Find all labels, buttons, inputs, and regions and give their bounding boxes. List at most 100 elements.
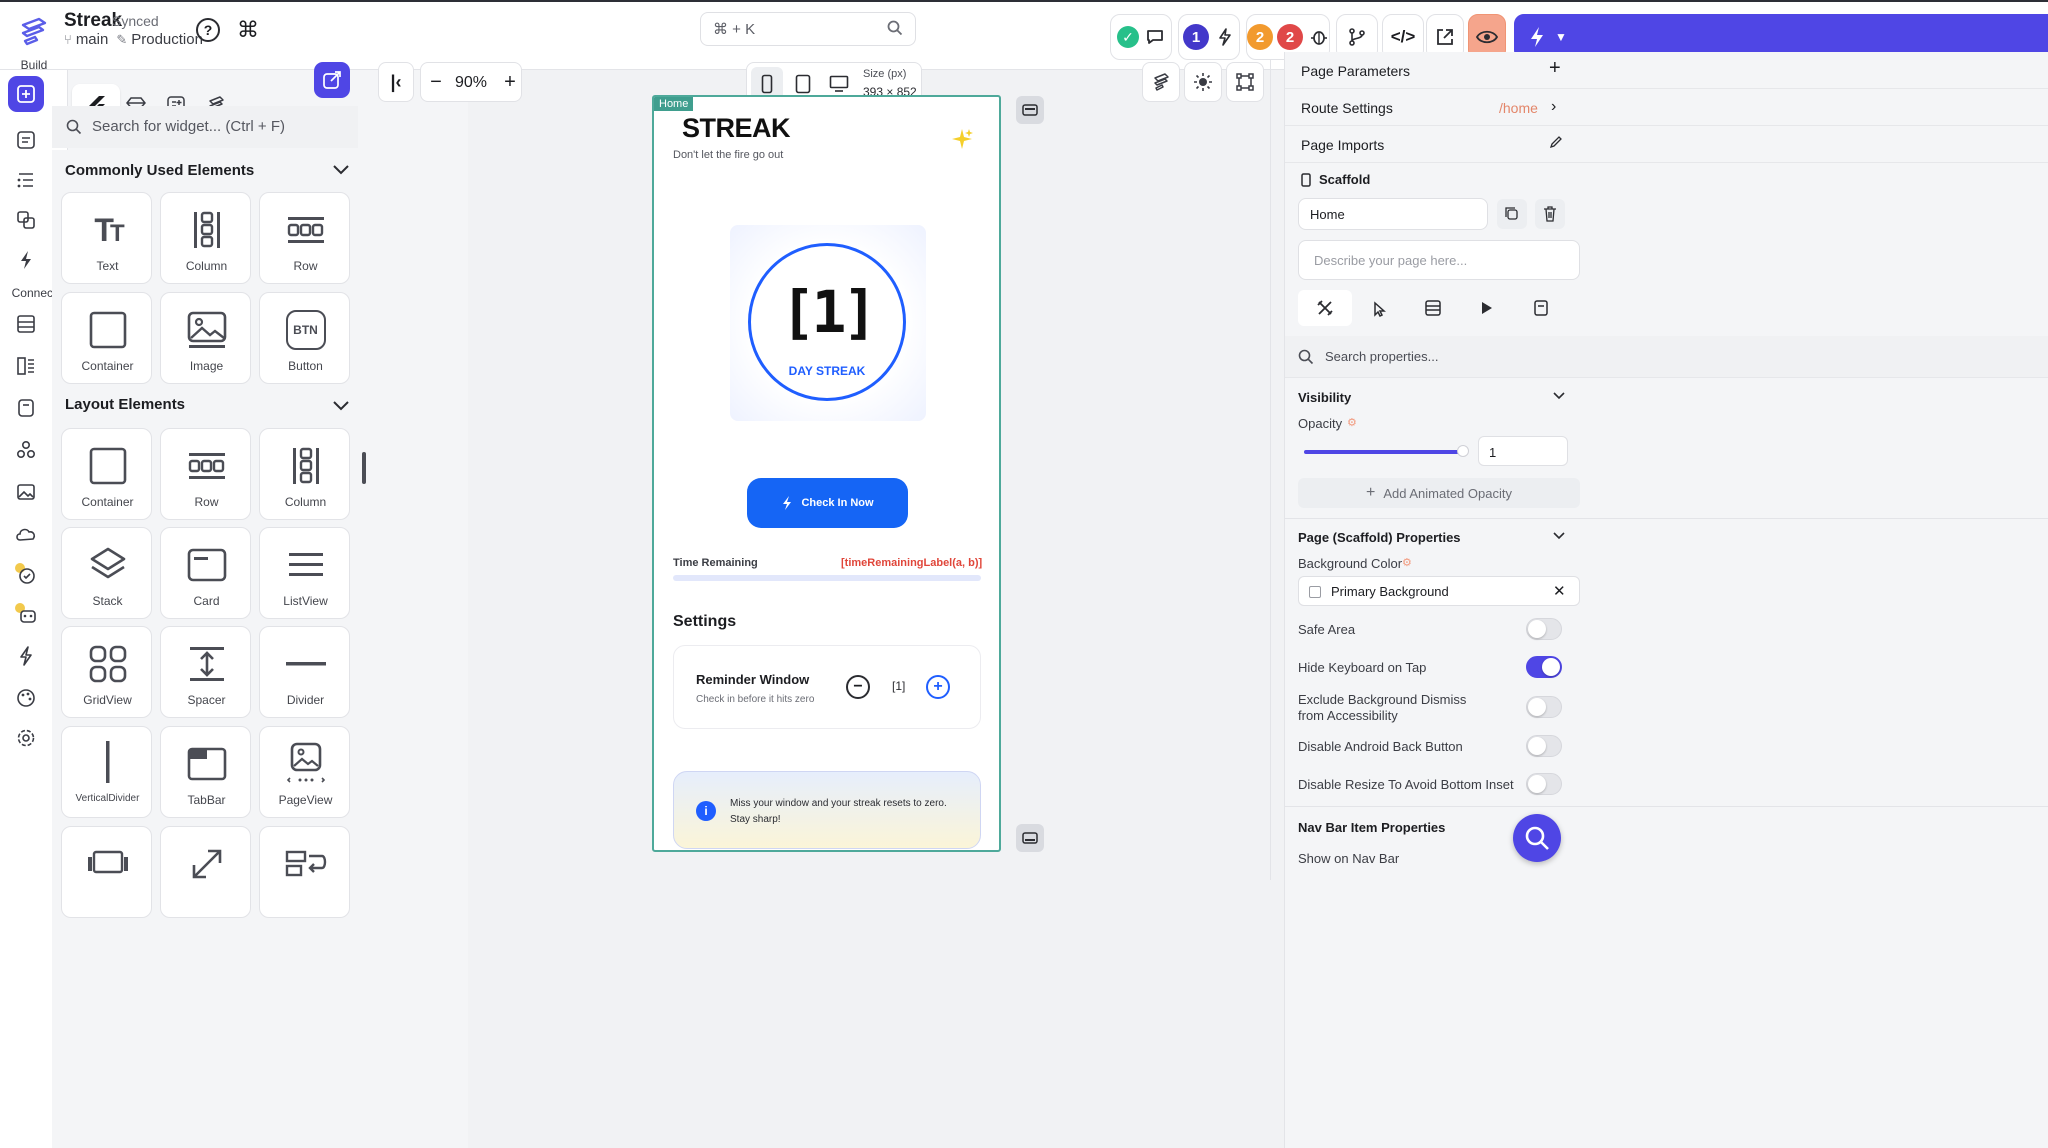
app-logo-icon[interactable] bbox=[14, 12, 54, 52]
divider bbox=[1285, 518, 2048, 519]
scaffold-header: Scaffold bbox=[1301, 172, 1370, 187]
route-settings-row[interactable]: Route Settings /home › bbox=[1285, 89, 2048, 126]
theme-icon[interactable] bbox=[10, 682, 42, 714]
check-in-button[interactable]: Check In Now bbox=[747, 478, 908, 528]
widget-tile-text[interactable]: TT Text bbox=[61, 192, 152, 284]
canvas-logo-button[interactable] bbox=[1142, 62, 1180, 102]
collapse-panel-button[interactable]: |‹ bbox=[378, 62, 414, 102]
cloud-icon[interactable] bbox=[10, 518, 42, 550]
widget-tile-more-2[interactable] bbox=[160, 826, 251, 918]
nav-bar-toggle[interactable] bbox=[1016, 824, 1044, 852]
widget-tile-container[interactable]: Container bbox=[61, 292, 152, 384]
actions-icon[interactable] bbox=[10, 244, 42, 276]
safe-area-toggle[interactable] bbox=[1526, 618, 1562, 640]
agent-button[interactable]: 1 bbox=[1178, 14, 1240, 60]
command-icon[interactable]: ⌘ bbox=[234, 16, 262, 44]
widget-search[interactable]: Search for widget... (Ctrl + F) bbox=[52, 106, 358, 148]
background-color-picker[interactable]: Primary Background ✕ bbox=[1298, 576, 1580, 606]
tab-animations[interactable] bbox=[1460, 290, 1514, 326]
zoom-out-icon[interactable]: − bbox=[425, 71, 447, 93]
widget-tile-divider[interactable]: Divider bbox=[259, 626, 350, 718]
property-search[interactable]: Search properties... bbox=[1285, 336, 2048, 378]
widget-tile-row[interactable]: Row bbox=[160, 428, 251, 520]
widget-tile-tabbar[interactable]: TabBar bbox=[160, 726, 251, 818]
storage-icon[interactable] bbox=[10, 392, 42, 424]
branch-info[interactable]: ⑂ main ✎ Production bbox=[64, 31, 203, 48]
chevron-down-icon[interactable] bbox=[1553, 532, 1565, 540]
duplicate-page-button[interactable] bbox=[1497, 199, 1527, 229]
widget-tile-image[interactable]: Image bbox=[160, 292, 251, 384]
tab-properties[interactable] bbox=[1298, 290, 1352, 326]
zoom-in-icon[interactable]: + bbox=[499, 71, 521, 93]
widget-tile-gridview[interactable]: GridView bbox=[61, 626, 152, 718]
widget-tile-column[interactable]: Column bbox=[160, 192, 251, 284]
add-icon[interactable]: + bbox=[1549, 57, 1561, 80]
delete-page-button[interactable] bbox=[1535, 199, 1565, 229]
hide-keyboard-toggle[interactable] bbox=[1526, 656, 1562, 678]
widget-tile-button[interactable]: BTN Button bbox=[259, 292, 350, 384]
variable-icon[interactable]: ⚙ bbox=[1347, 416, 1357, 429]
panel-resize-handle[interactable] bbox=[362, 452, 366, 484]
widget-tile-row[interactable]: Row bbox=[259, 192, 350, 284]
chevron-down-icon[interactable]: ▼ bbox=[1555, 30, 1567, 44]
integrations-icon[interactable] bbox=[10, 434, 42, 466]
chevron-down-icon[interactable] bbox=[1553, 392, 1565, 400]
rail-widgets-button[interactable] bbox=[8, 76, 44, 112]
edit-pencil-icon[interactable] bbox=[1549, 135, 1563, 149]
sparkle-icon[interactable] bbox=[950, 127, 974, 151]
properties-tabs bbox=[1298, 290, 1580, 326]
decrease-button[interactable]: − bbox=[846, 675, 870, 699]
opacity-input[interactable]: 1 bbox=[1478, 436, 1568, 466]
widget-tree-icon[interactable] bbox=[10, 164, 42, 196]
clear-icon[interactable]: ✕ bbox=[1553, 582, 1566, 600]
widget-tile-column[interactable]: Column bbox=[259, 428, 350, 520]
add-animated-opacity-button[interactable]: + Add Animated Opacity bbox=[1298, 478, 1580, 508]
settings-gear-icon[interactable] bbox=[10, 722, 42, 754]
exclude-bg-toggle[interactable] bbox=[1526, 696, 1562, 718]
tests-icon[interactable] bbox=[10, 558, 42, 590]
command-search[interactable]: ⌘ + K bbox=[700, 12, 916, 46]
theme-toggle-button[interactable] bbox=[1184, 62, 1222, 102]
opacity-slider-thumb[interactable] bbox=[1457, 445, 1469, 457]
widget-tile-card[interactable]: Card bbox=[160, 527, 251, 619]
phone-preview[interactable]: Home STREAK Don't let the fire go out [1… bbox=[652, 95, 1001, 852]
help-icon[interactable]: ? bbox=[196, 18, 220, 42]
tab-actions[interactable] bbox=[1352, 290, 1406, 326]
database-icon[interactable] bbox=[10, 308, 42, 340]
status-chat-button[interactable]: ✓ bbox=[1110, 14, 1172, 60]
tab-state[interactable] bbox=[1514, 290, 1568, 326]
media-assets-icon[interactable] bbox=[10, 476, 42, 508]
increase-button[interactable]: + bbox=[926, 675, 950, 699]
page-imports-row[interactable]: Page Imports bbox=[1285, 126, 2048, 163]
widget-tile-more-3[interactable] bbox=[259, 826, 350, 918]
select-mode-button[interactable] bbox=[1226, 62, 1264, 102]
app-bar-icon bbox=[1022, 104, 1038, 116]
automations-icon[interactable] bbox=[10, 640, 42, 672]
opacity-slider[interactable] bbox=[1304, 450, 1460, 454]
widget-tile-verticaldivider[interactable]: VerticalDivider bbox=[61, 726, 152, 818]
agents-icon[interactable] bbox=[10, 598, 42, 630]
tab-backend-query[interactable] bbox=[1406, 290, 1460, 326]
widget-tile-container[interactable]: Container bbox=[61, 428, 152, 520]
widget-tile-pageview[interactable]: PageView bbox=[259, 726, 350, 818]
widget-tile-listview[interactable]: ListView bbox=[259, 527, 350, 619]
page-name-input[interactable]: Home bbox=[1298, 198, 1488, 230]
api-calls-icon[interactable] bbox=[10, 350, 42, 382]
disable-back-toggle[interactable] bbox=[1526, 735, 1562, 757]
column-icon bbox=[161, 207, 252, 253]
disable-resize-toggle[interactable] bbox=[1526, 773, 1562, 795]
pages-icon[interactable] bbox=[10, 124, 42, 156]
app-bar-toggle[interactable] bbox=[1016, 96, 1044, 124]
widget-tile-spacer[interactable]: Spacer bbox=[160, 626, 251, 718]
chevron-down-icon[interactable] bbox=[332, 400, 350, 412]
components-icon[interactable] bbox=[10, 204, 42, 236]
canvas-scrollbar[interactable] bbox=[1270, 60, 1282, 880]
variable-icon[interactable]: ⚙ bbox=[1402, 556, 1412, 569]
widget-panel-expand-button[interactable] bbox=[314, 62, 350, 98]
help-search-fab[interactable] bbox=[1513, 814, 1561, 862]
widget-tile-more-1[interactable] bbox=[61, 826, 152, 918]
page-parameters-row[interactable]: Page Parameters + bbox=[1285, 52, 2048, 89]
page-description-input[interactable]: Describe your page here... bbox=[1298, 240, 1580, 280]
widget-tile-stack[interactable]: Stack bbox=[61, 527, 152, 619]
chevron-down-icon[interactable] bbox=[332, 164, 350, 176]
